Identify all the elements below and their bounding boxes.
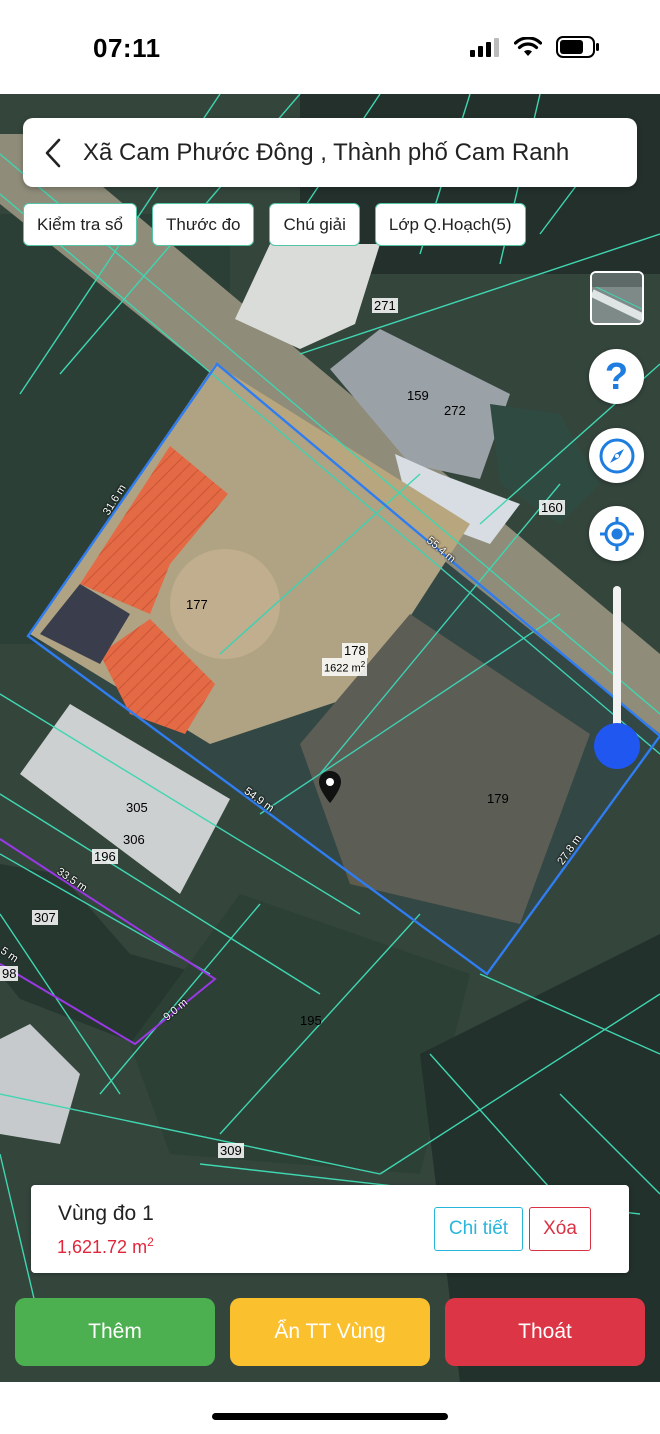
page-title: Xã Cam Phước Đông , Thành phố Cam Ranh — [83, 138, 570, 166]
plot-label: 305 — [126, 800, 148, 815]
help-button[interactable]: ? — [589, 349, 644, 404]
plot-label: 160 — [539, 500, 565, 515]
zoom-slider-knob[interactable] — [594, 723, 640, 769]
compass-icon — [599, 438, 634, 473]
plot-label: 195 — [300, 1013, 322, 1028]
map-layer-thumbnail-icon — [592, 273, 642, 323]
back-button[interactable] — [23, 118, 83, 187]
delete-button[interactable]: Xóa — [529, 1207, 591, 1251]
home-bar-area — [0, 1382, 660, 1434]
hide-area-info-button[interactable]: Ẩn TT Vùng — [230, 1298, 430, 1366]
locate-button[interactable] — [589, 506, 644, 561]
home-indicator[interactable] — [212, 1413, 448, 1420]
detail-button[interactable]: Chi tiết — [434, 1207, 523, 1251]
add-button[interactable]: Thêm — [15, 1298, 215, 1366]
locate-icon — [599, 516, 634, 551]
location-header: Xã Cam Phước Đông , Thành phố Cam Ranh — [23, 118, 637, 187]
plot-label: 271 — [372, 298, 398, 313]
wifi-icon — [514, 37, 542, 56]
plot-label: 196 — [92, 849, 118, 864]
question-icon: ? — [604, 355, 629, 398]
map-layer-button[interactable] — [590, 271, 644, 325]
status-time: 07:11 — [93, 33, 161, 63]
status-icons — [470, 36, 600, 58]
legend-chip[interactable]: Chú giải — [269, 203, 360, 246]
measure-chip[interactable]: Thước đo — [151, 203, 255, 246]
status-bar: 07:11 — [0, 0, 660, 94]
plot-label: 307 — [32, 910, 58, 925]
plot-label: 177 — [186, 597, 208, 612]
plot-label: 179 — [487, 791, 509, 806]
check-book-chip[interactable]: Kiểm tra sổ — [23, 203, 137, 246]
plot-label: 178 — [342, 643, 368, 658]
toolbar-chips: Kiểm tra sổ Thước đo Chú giải Lớp Q.Hoạc… — [23, 203, 526, 246]
plot-label: 159 — [407, 388, 429, 403]
measurement-info-card: Vùng đo 1 1,621.72 m2 Chi tiết Xóa — [31, 1185, 629, 1273]
area-label: 1622 m2 — [322, 658, 368, 676]
compass-button[interactable] — [589, 428, 644, 483]
measurement-area: 1,621.72 m2 — [57, 1235, 154, 1257]
zoom-slider-track[interactable] — [613, 586, 621, 746]
plot-label: 306 — [123, 832, 145, 847]
exit-button[interactable]: Thoát — [445, 1298, 645, 1366]
battery-icon — [556, 36, 599, 58]
plot-label: 98 — [0, 966, 19, 981]
measurement-title: Vùng đo 1 — [58, 1202, 154, 1225]
cellular-signal-icon — [470, 38, 499, 57]
location-pin-icon — [319, 771, 341, 803]
plot-label: 309 — [218, 1143, 244, 1158]
planning-layer-chip[interactable]: Lớp Q.Hoạch(5) — [374, 203, 526, 246]
chevron-left-icon — [45, 138, 61, 167]
plot-label: 272 — [444, 403, 466, 418]
